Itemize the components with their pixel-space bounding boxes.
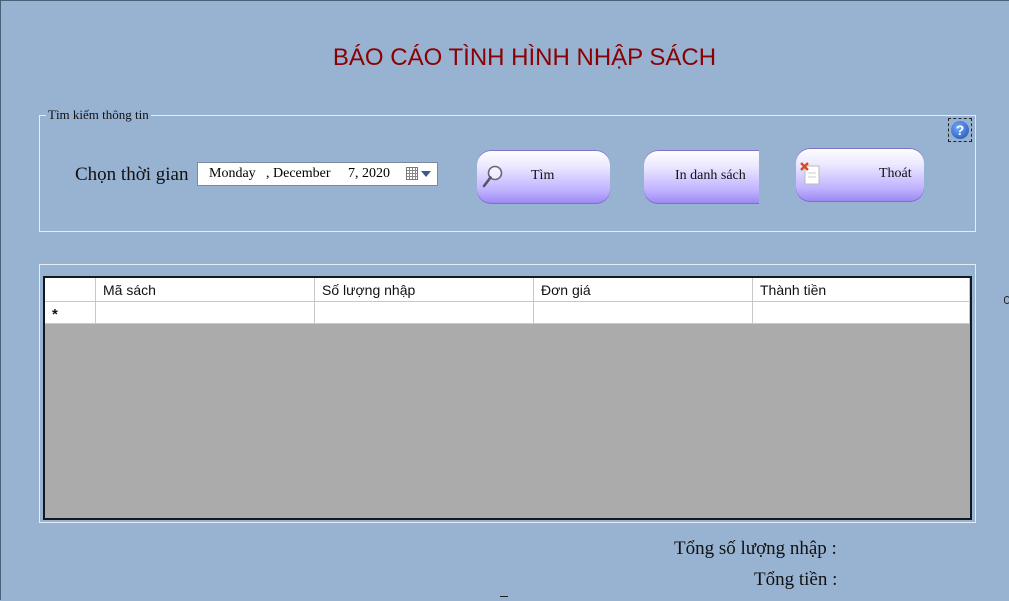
new-row-cell-so-luong-nhap[interactable]	[315, 302, 534, 324]
column-header-ma-sach[interactable]: Mã sách	[96, 278, 315, 302]
new-row-cell-thanh-tien[interactable]	[753, 302, 970, 324]
time-label: Chọn thời gian	[75, 164, 189, 185]
import-data-grid[interactable]: Mã sách Số lượng nhập Đơn giá Thành tiền…	[43, 276, 972, 520]
date-month[interactable]: , December	[266, 166, 331, 182]
magnifier-icon	[482, 165, 503, 188]
column-header-so-luong-nhap[interactable]: Số lượng nhập	[315, 278, 534, 302]
column-header-label: Mã sách	[103, 282, 156, 298]
new-row-header[interactable]: *	[45, 302, 96, 324]
new-row-cell-don-gia[interactable]	[534, 302, 753, 324]
help-button[interactable]: ?	[948, 118, 972, 142]
date-weekday[interactable]: Monday	[209, 166, 256, 182]
page-title: BÁO CÁO TÌNH HÌNH NHẬP SÁCH	[332, 44, 717, 71]
search-button-label: Tìm	[531, 168, 555, 183]
new-row-marker: *	[52, 306, 58, 323]
calendar-icon[interactable]	[406, 167, 418, 180]
exit-button[interactable]: Thoát	[796, 148, 924, 202]
column-header-label: Đơn giá	[541, 282, 591, 298]
close-document-icon	[800, 162, 820, 185]
column-header-label: Thành tiền	[760, 282, 827, 298]
window-top-edge	[0, 0, 1009, 1]
date-picker[interactable]: Monday , December 7, 2020	[197, 162, 438, 186]
exit-button-label: Thoát	[879, 166, 912, 181]
bottom-resize-handle[interactable]	[500, 596, 508, 601]
column-header-label: Số lượng nhập	[322, 282, 416, 298]
grid-corner-header	[45, 278, 96, 302]
date-day-year[interactable]: 7, 2020	[348, 166, 390, 182]
total-quantity-label: Tổng số lượng nhập :	[674, 538, 837, 559]
help-icon: ?	[951, 121, 969, 139]
print-list-button[interactable]: In danh sách	[644, 150, 759, 204]
window-left-edge	[0, 0, 1, 600]
search-button[interactable]: Tìm	[477, 150, 610, 204]
column-header-thanh-tien[interactable]: Thành tiền	[753, 278, 970, 302]
resize-handle[interactable]	[1004, 296, 1009, 304]
dropdown-arrow-icon[interactable]	[421, 171, 431, 177]
total-amount-label: Tổng tiền :	[754, 569, 838, 590]
search-group-label: Tìm kiếm thông tin	[46, 107, 151, 123]
column-header-don-gia[interactable]: Đơn giá	[534, 278, 753, 302]
new-row-cell-ma-sach[interactable]	[96, 302, 315, 324]
print-list-button-label: In danh sách	[675, 168, 746, 183]
